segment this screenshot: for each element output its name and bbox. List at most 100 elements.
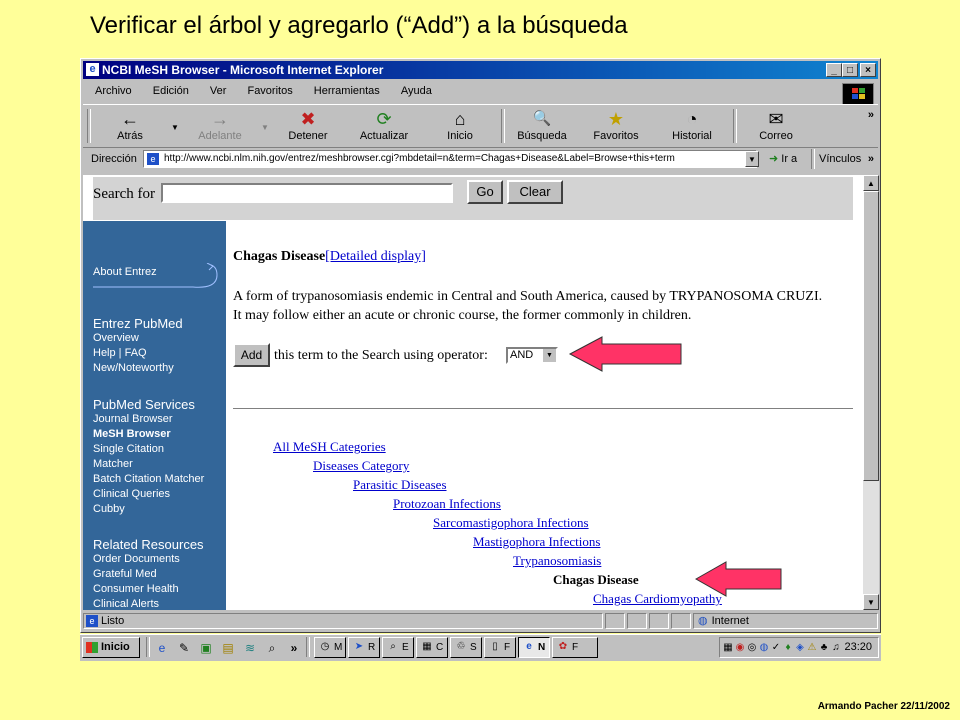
detailed-display-link[interactable]: [Detailed display]	[325, 249, 426, 264]
menu-edicion[interactable]: Edición	[153, 85, 189, 97]
links-more-icon[interactable]: »	[868, 148, 874, 170]
task-button[interactable]: ➤ R	[348, 637, 380, 658]
sidebar-item-cubby[interactable]: Cubby	[93, 502, 204, 517]
forward-dropdown-icon[interactable]: ▼	[261, 123, 269, 132]
clock[interactable]: 23:20	[844, 641, 872, 653]
sidebar-item-journal-browser[interactable]: Journal Browser	[93, 412, 204, 427]
tree-item-trypanosomiasis[interactable]: Trypanosomiasis	[513, 553, 601, 569]
tray-icon[interactable]: ◎	[746, 641, 758, 654]
scroll-up-icon[interactable]: ▲	[863, 175, 879, 191]
mail-button[interactable]: ✉ Correo	[743, 107, 809, 142]
search-label: Búsqueda	[517, 130, 567, 142]
task-button[interactable]: ✿ F	[552, 637, 598, 658]
tray-icon[interactable]: ✓	[770, 641, 782, 654]
sidebar-item-help-faq[interactable]: Help | FAQ	[93, 346, 183, 361]
tree-item-mastigophora[interactable]: Mastigophora Infections	[473, 534, 600, 550]
title-bar[interactable]: e NCBI MeSH Browser - Microsoft Internet …	[83, 61, 878, 79]
tree-item-all-mesh[interactable]: All MeSH Categories	[273, 439, 386, 455]
address-dropdown-icon[interactable]: ▼	[745, 151, 759, 167]
add-button[interactable]: Add	[233, 343, 270, 367]
tree-link[interactable]: Sarcomastigophora Infections	[433, 515, 589, 530]
tree-item-sarcomastigophora[interactable]: Sarcomastigophora Infections	[433, 515, 589, 531]
search-quicklaunch-icon[interactable]: ⌕	[264, 640, 280, 656]
menu-favoritos[interactable]: Favoritos	[247, 85, 292, 97]
quicklaunch-more-icon[interactable]: »	[286, 640, 302, 656]
menu-ver[interactable]: Ver	[210, 85, 227, 97]
vertical-scrollbar[interactable]: ▲ ▼	[863, 175, 879, 610]
sidebar-item-consumer-health[interactable]: Consumer Health	[93, 582, 204, 597]
forward-arrow-icon: →	[211, 109, 229, 129]
sidebar-item-overview[interactable]: Overview	[93, 331, 183, 346]
sidebar-item-mesh-browser[interactable]: MeSH Browser	[93, 427, 204, 442]
search-input[interactable]	[161, 183, 453, 203]
scroll-thumb[interactable]	[863, 191, 879, 481]
address-input[interactable]: e http://www.ncbi.nlm.nih.gov/entrez/mes…	[143, 150, 757, 168]
status-text: Listo	[101, 615, 125, 627]
scroll-down-icon[interactable]: ▼	[863, 594, 879, 610]
go-button[interactable]: ➜ Ir a	[769, 148, 797, 170]
home-button[interactable]: ⌂ Inicio	[427, 107, 493, 142]
tree-link[interactable]: All MeSH Categories	[273, 439, 386, 454]
toolbar-more-icon[interactable]: »	[868, 109, 874, 121]
minimize-button[interactable]: _	[826, 63, 842, 77]
start-button[interactable]: Inicio	[82, 637, 140, 658]
tray-icon[interactable]: ▦	[722, 641, 734, 654]
links-button[interactable]: Vínculos	[819, 148, 861, 170]
stop-button[interactable]: ✖ Detener	[275, 107, 341, 142]
channels-quicklaunch-icon[interactable]: ≋	[242, 640, 258, 656]
tray-icon[interactable]: ♣	[818, 641, 830, 654]
desktop-quicklaunch-icon[interactable]: ▣	[198, 640, 214, 656]
menu-herramientas[interactable]: Herramientas	[314, 85, 380, 97]
task-button[interactable]: ▯ F	[484, 637, 516, 658]
tree-item-diseases[interactable]: Diseases Category	[313, 458, 409, 474]
sidebar-item-order-documents[interactable]: Order Documents	[93, 552, 204, 567]
tray-icon[interactable]: ◈	[794, 641, 806, 654]
folder-quicklaunch-icon[interactable]: ▤	[220, 640, 236, 656]
task-button[interactable]: ◷ M	[314, 637, 346, 658]
task-button[interactable]: ▦ C	[416, 637, 448, 658]
favorites-button[interactable]: ★ Favoritos	[583, 107, 649, 142]
tray-volume-icon[interactable]: ♫	[830, 641, 842, 654]
tray-icon[interactable]: ◍	[758, 641, 770, 654]
task-button[interactable]: ♲ S	[450, 637, 482, 658]
menu-archivo[interactable]: Archivo	[95, 85, 132, 97]
tree-item-parasitic[interactable]: Parasitic Diseases	[353, 477, 447, 493]
menu-ayuda[interactable]: Ayuda	[401, 85, 432, 97]
sidebar-item-clinical-alerts[interactable]: Clinical Alerts	[93, 597, 204, 610]
task-label: E	[402, 642, 409, 653]
back-button[interactable]: ← Atrás	[97, 107, 163, 142]
task-button-active[interactable]: eN	[518, 637, 550, 658]
search-button[interactable]: 🔍 Búsqueda	[509, 107, 575, 142]
start-label: Inicio	[101, 641, 130, 653]
tray-icon[interactable]: ♦	[782, 641, 794, 654]
operator-dropdown-icon[interactable]: ▼	[543, 349, 556, 362]
task-button[interactable]: ⌕ E	[382, 637, 414, 658]
back-dropdown-icon[interactable]: ▼	[171, 123, 179, 132]
tree-link[interactable]: Parasitic Diseases	[353, 477, 447, 492]
close-button[interactable]: ×	[860, 63, 876, 77]
sidebar-item-grateful-med[interactable]: Grateful Med	[93, 567, 204, 582]
tray-icon[interactable]: ◉	[734, 641, 746, 654]
tree-link[interactable]: Trypanosomiasis	[513, 553, 601, 568]
refresh-button[interactable]: ⟳ Actualizar	[351, 107, 417, 142]
search-clear-button[interactable]: Clear	[507, 180, 563, 204]
search-go-button[interactable]: Go	[467, 180, 503, 204]
tree-item-protozoan[interactable]: Protozoan Infections	[393, 496, 501, 512]
sidebar-item-batch-citation-matcher[interactable]: Batch Citation Matcher	[93, 472, 204, 487]
tree-link[interactable]: Mastigophora Infections	[473, 534, 600, 549]
tree-link[interactable]: Protozoan Infections	[393, 496, 501, 511]
task-arrow-icon: ➤	[354, 641, 364, 652]
tree-link[interactable]: Diseases Category	[313, 458, 409, 473]
tray-icon[interactable]: ⚠	[806, 641, 818, 654]
operator-select[interactable]: AND ▼	[506, 347, 558, 364]
maximize-button[interactable]: □	[842, 63, 858, 77]
forward-button[interactable]: → Adelante	[187, 107, 253, 142]
sidebar-item-single-citation[interactable]: Single Citation	[93, 442, 204, 457]
sidebar-item-new-noteworthy[interactable]: New/Noteworthy	[93, 361, 183, 376]
ie-quicklaunch-icon[interactable]: e	[154, 640, 170, 656]
status-cell	[627, 613, 647, 629]
history-button[interactable]: ◔ Historial	[659, 107, 725, 142]
outlook-quicklaunch-icon[interactable]: ✎	[176, 640, 192, 656]
sidebar-item-matcher[interactable]: Matcher	[93, 457, 204, 472]
sidebar-item-clinical-queries[interactable]: Clinical Queries	[93, 487, 204, 502]
